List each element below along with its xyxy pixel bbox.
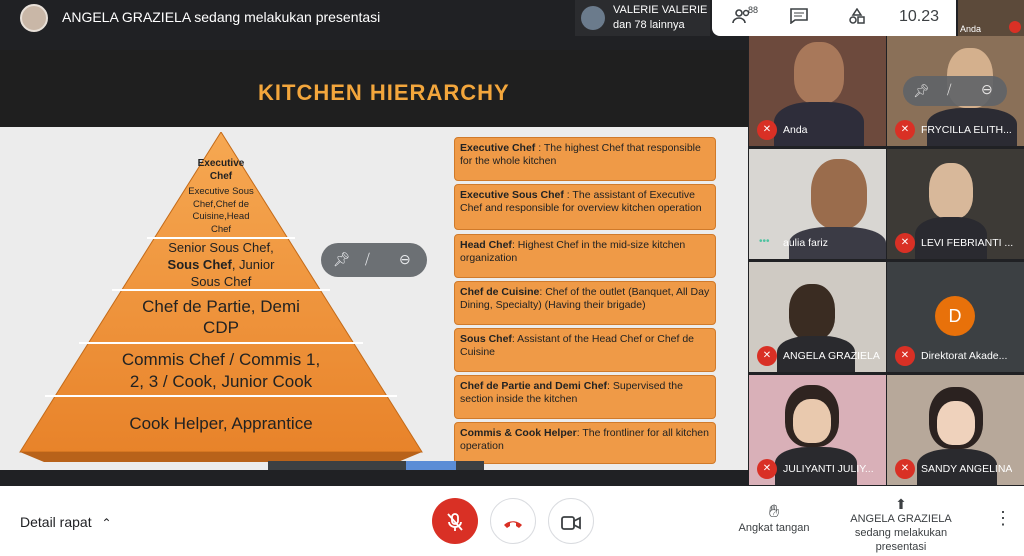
presenter-avatar [20, 4, 48, 32]
role-card: Executive Chef : The highest Chef that r… [454, 137, 716, 181]
share-stop-button[interactable] [406, 461, 456, 470]
participant-name: JULIYANTI JULIY... [783, 463, 874, 475]
participant-name: Direktorat Akade... [921, 350, 1008, 362]
mic-off-icon: ✕ [895, 346, 915, 366]
participant-tile[interactable]: ✕ Anda [749, 36, 886, 146]
participant-tile[interactable]: ✕ JULIYANTI JULIY... [749, 375, 886, 485]
chevron-up-icon: ⌃ [101, 516, 112, 530]
participant-name: ANGELA GRAZIELA [783, 350, 880, 362]
remove-icon[interactable]: ⊖ [399, 251, 411, 268]
self-view-thumbnail[interactable]: Anda [958, 0, 1024, 36]
pyramid-tier-2: Executive Sous Chef,Chef de Cuisine,Head Ch… [188, 186, 254, 235]
presentation-stage: KITCHEN HIERARCHY Executive Chef Executiv… [0, 50, 748, 470]
role-card: Executive Sous Chef : The assistant of E… [454, 184, 716, 230]
participant-tile[interactable]: D ✕ Direktorat Akade... [887, 262, 1024, 372]
clock: 10.23 [899, 8, 940, 25]
participant-tile[interactable]: ••• aulia fariz [749, 149, 886, 259]
participant-name: Anda [783, 124, 808, 136]
raise-hand-label: Angkat tangan [738, 522, 810, 534]
mic-off-icon: ✕ [757, 346, 777, 366]
mic-off-icon: ✕ [895, 233, 915, 253]
camera-icon [561, 516, 581, 531]
people-chip[interactable]: VALERIE VALERIE dan 78 lainnya [575, 0, 710, 36]
role-card: Commis & Cook Helper: The frontliner for… [454, 422, 716, 464]
tile-controls: 📌︎ ⧸ ⊖ [903, 76, 1007, 106]
meeting-details-button[interactable]: Detail rapat ⌃ [20, 514, 112, 530]
mic-off-icon: ✕ [757, 120, 777, 140]
mic-off-icon: ✕ [895, 120, 915, 140]
leave-call-button[interactable] [490, 498, 536, 544]
hang-up-icon [504, 521, 522, 529]
present-screen-icon: ⬆︎ [895, 496, 907, 512]
self-view-label: Anda [960, 24, 982, 34]
audio-active-icon: ••• [759, 236, 770, 247]
avatar: D [935, 296, 975, 336]
mute-icon[interactable]: ⧸ [947, 82, 951, 98]
presenting-status: ANGELA GRAZIELA sedang melakukan present… [62, 9, 381, 25]
people-chip-others: dan 78 lainnya [613, 19, 685, 31]
mute-icon[interactable]: ⧸ [365, 251, 370, 268]
pyramid-tier-4: Chef de Partie, Demi CDP [142, 297, 300, 337]
remove-icon[interactable]: ⊖ [981, 81, 993, 98]
presentation-float-controls: 📌︎ ⧸ ⊖ [321, 243, 427, 277]
participant-count: 88 [748, 5, 759, 15]
mic-off-icon [447, 513, 463, 532]
meeting-details-label: Detail rapat [20, 514, 92, 530]
participant-tile[interactable]: ✕ LEVI FEBRIANTI ... [887, 149, 1024, 259]
participant-tile[interactable]: 📌︎ ⧸ ⊖ ✕ FRYCILLA ELITH... [887, 36, 1024, 146]
activities-icon[interactable] [848, 7, 866, 29]
more-options-icon[interactable]: ⋮ [994, 508, 1012, 529]
role-card: Head Chef: Highest Chef in the mid-size … [454, 234, 716, 278]
mic-off-icon: ✕ [895, 459, 915, 479]
mic-off-icon: ✕ [757, 459, 777, 479]
presenting-button[interactable]: ⬆︎ ANGELA GRAZIELA sedang melakukan pres… [828, 496, 974, 554]
avatar [581, 6, 605, 30]
mic-toggle-button[interactable] [432, 498, 478, 544]
role-card: Chef de Cuisine: Chef of the outlet (Ban… [454, 281, 716, 325]
people-icon[interactable]: 88 [732, 5, 758, 29]
raise-hand-button[interactable]: ✋︎ Angkat tangan [734, 500, 814, 534]
pin-icon[interactable]: 📌︎ [913, 83, 930, 99]
present-label-status: sedang melakukan presentasi [854, 527, 948, 553]
screen-share-bar [268, 461, 484, 470]
participant-name: aulia fariz [783, 237, 828, 249]
hand-icon: ✋︎ [768, 501, 780, 521]
bottom-control-bar: Detail rapat ⌃ ✋︎ Angkat tangan ⬆︎ ANGEL… [0, 486, 1024, 556]
top-bar: ANGELA GRAZIELA sedang melakukan present… [0, 0, 1024, 36]
pyramid-tier-6: Cook Helper, Apprantice [129, 414, 313, 433]
participant-name: FRYCILLA ELITH... [921, 124, 1012, 136]
role-card: Sous Chef: Assistant of the Head Chef or… [454, 328, 716, 372]
role-card: Chef de Partie and Demi Chef: Supervised… [454, 375, 716, 419]
pyramid-tier-5: Commis Chef / Commis 1, 2, 3 / Cook, Juni… [121, 350, 321, 391]
pin-icon[interactable]: 📌︎ [333, 251, 351, 268]
participant-name: LEVI FEBRIANTI ... [921, 237, 1014, 249]
participant-tile[interactable]: ✕ ANGELA GRAZIELA [749, 262, 886, 372]
chat-icon[interactable] [790, 8, 808, 29]
meeting-toolstrip: 88 10.23 [712, 0, 956, 36]
pyramid-tier-3: Senior Sous Chef, Sous Chef, Junior Sous… [167, 240, 275, 289]
mic-off-icon [1009, 21, 1021, 33]
participant-tile[interactable]: ✕ SANDY ANGELINA [887, 375, 1024, 485]
participant-name: SANDY ANGELINA [921, 463, 1013, 475]
people-chip-name: VALERIE VALERIE [613, 4, 708, 16]
slide-title: KITCHEN HIERARCHY [258, 80, 510, 105]
pyramid-tier-1: Executive Chef [197, 158, 245, 182]
camera-toggle-button[interactable] [548, 498, 594, 544]
present-label-name: ANGELA GRAZIELA [850, 513, 952, 525]
